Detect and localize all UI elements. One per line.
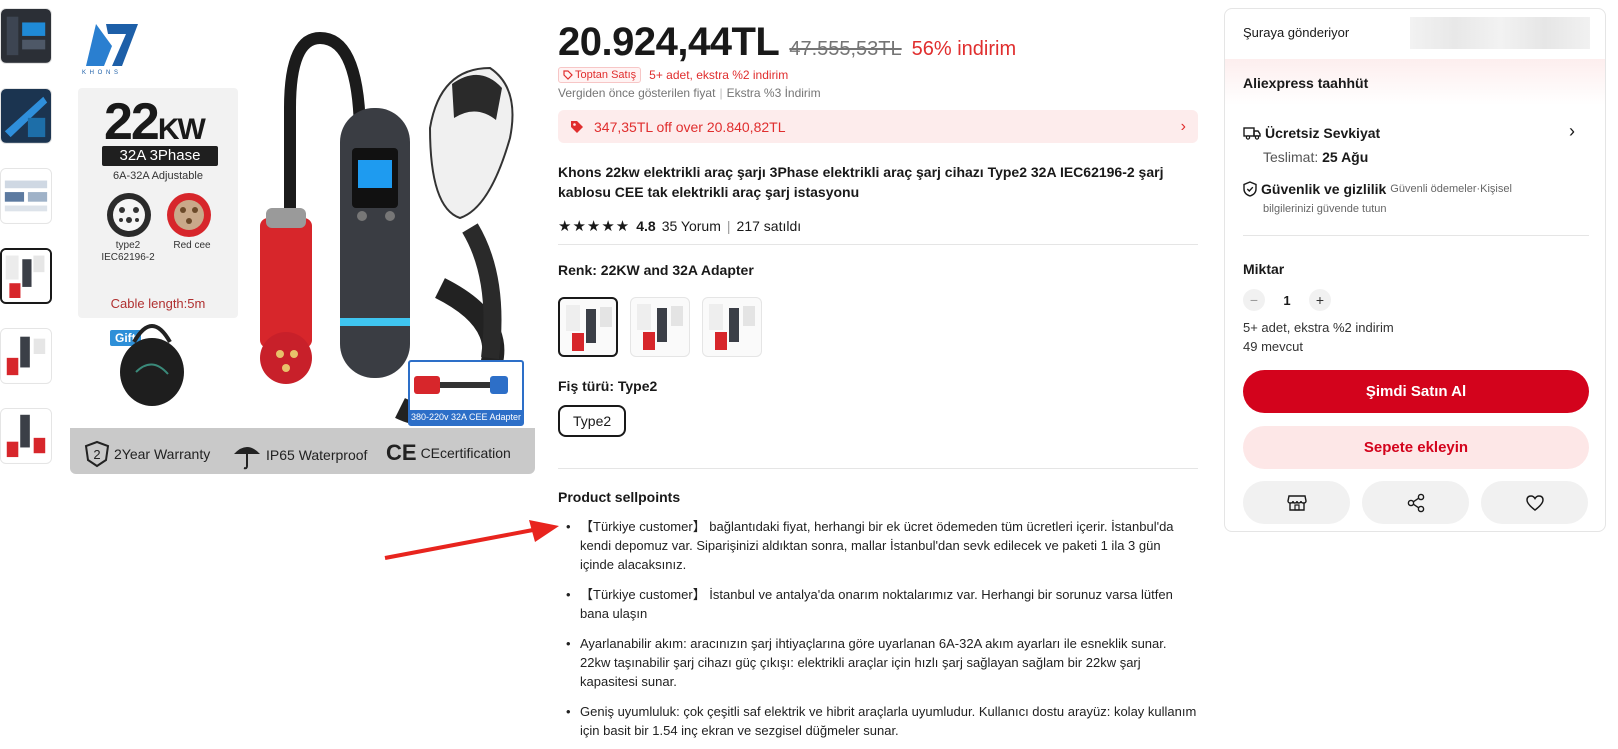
cable-length: Cable length:5m	[110, 296, 206, 311]
tag-icon	[563, 70, 573, 80]
heart-icon	[1525, 494, 1544, 511]
color-option-selected[interactable]	[558, 297, 618, 357]
sellpoint-item: Ayarlanabilir akım: aracınızın şarj ihti…	[558, 634, 1198, 691]
qty-discount-note: 5+ adet, ekstra %2 indirim	[1243, 320, 1394, 335]
chevron-right-icon: ›	[1180, 117, 1186, 135]
quantity-label: Miktar	[1243, 261, 1285, 277]
color-option[interactable]	[630, 297, 690, 357]
adapter-image	[414, 376, 508, 394]
quantity-stepper: − 1 +	[1243, 289, 1331, 311]
rating-row: ★★★★★ 4.8 35 Yorum | 217 satıldı	[558, 218, 802, 235]
adapter-inset: 380-220v 32A CEE Adapter	[408, 360, 524, 426]
thumbnail[interactable]	[0, 8, 52, 64]
sold-count: 217 satıldı	[736, 218, 802, 234]
thumbnail[interactable]	[0, 328, 52, 384]
ce-feature: CE CEcertification	[386, 440, 511, 465]
rating-score: 4.8	[636, 218, 656, 234]
adapter-label: 380-220v 32A CEE Adapter	[410, 410, 522, 424]
gift-bag-icon	[120, 324, 184, 406]
coupon-banner[interactable]: 347,35TL off over 20.840,82TL ›	[558, 110, 1198, 143]
buy-now-button[interactable]: Şimdi Satın Al	[1243, 370, 1589, 413]
type2-plug-icon	[107, 193, 151, 237]
extra-discount[interactable]: Ekstra %3 İndirim	[727, 86, 821, 100]
spec-panel: 22KW 32A 3Phase 6A-32A Adjustable type2 …	[78, 88, 238, 318]
current-price: 20.924,44TL	[558, 20, 780, 64]
thumbnail[interactable]	[0, 88, 52, 144]
coupon-text: 347,35TL off over 20.840,82TL	[594, 118, 786, 135]
color-label: Renk: 22KW and 32A Adapter	[558, 262, 754, 278]
ship-to-label[interactable]: Şuraya gönderiyor	[1243, 25, 1349, 40]
chevron-right-icon[interactable]: ›	[1569, 121, 1575, 142]
price-meta: Vergiden önce gösterilen fiyat | Ekstra %3…	[558, 86, 821, 100]
review-count[interactable]: 35 Yorum	[662, 218, 721, 234]
decrease-button[interactable]: −	[1243, 289, 1265, 311]
store-icon	[1286, 494, 1307, 511]
free-shipping-row[interactable]: Ücretsiz Sevkiyat	[1243, 125, 1380, 141]
shield-icon	[1243, 181, 1257, 197]
plug-type-label: Fiş türü: Type2	[558, 378, 658, 394]
adjustable-label: 6A-32A Adjustable	[113, 170, 203, 182]
logo-text: K H O N S	[82, 70, 120, 76]
thumbnail[interactable]	[0, 408, 52, 464]
coupon-tag-icon	[571, 120, 583, 133]
wholesale-row: Toptan Satış 5+ adet, ekstra %2 indirim	[558, 67, 788, 83]
plug-type-option[interactable]: Type2	[558, 405, 627, 437]
tax-note: Vergiden önce gösterilen fiyat	[558, 86, 716, 100]
color-options	[558, 297, 762, 357]
share-button[interactable]	[1362, 481, 1469, 524]
sellpoint-item: 【Türkiye customer】 bağlantıdaki fiyat, h…	[558, 517, 1198, 574]
quantity-value[interactable]: 1	[1277, 293, 1297, 308]
price-row: 20.924,44TL 47.555,53TL 56% indirim	[558, 20, 1016, 65]
svg-text:2: 2	[93, 447, 100, 462]
power-rating: 22KW	[104, 93, 206, 151]
main-product-image[interactable]: K H O N S 22KW 32A 3Phase 6A-32A Adjusta…	[70, 8, 535, 474]
sellpoint-item: Geniş uyumluluk: çok çeşitli saf elektri…	[558, 702, 1198, 740]
divider	[1243, 235, 1589, 236]
ce-mark-icon: CE	[386, 440, 417, 465]
red-cee-plug-icon	[167, 193, 211, 237]
add-to-cart-button[interactable]: Sepete ekleyin	[1243, 426, 1589, 469]
discount-percent: 56% indirim	[911, 38, 1017, 60]
security-row[interactable]: Güvenlik ve gizlilik Güvenli ödemeler·Ki…	[1243, 181, 1512, 197]
truck-icon	[1243, 127, 1261, 140]
waterproof-feature: IP65 Waterproof	[232, 440, 367, 470]
share-icon	[1407, 493, 1424, 512]
commitment-label: Aliexpress taahhüt	[1243, 75, 1369, 91]
sellpoints-list: 【Türkiye customer】 bağlantıdaki fiyat, h…	[558, 517, 1198, 749]
thumbnail[interactable]	[0, 168, 52, 224]
thumbnail-strip	[0, 8, 54, 488]
red-cee-label: Red cee	[173, 240, 211, 251]
color-option[interactable]	[702, 297, 762, 357]
product-title: Khons 22kw elektrikli araç şarjı 3Phase …	[558, 164, 1164, 200]
sellpoints-title: Product sellpoints	[558, 489, 681, 505]
phase-label: 32A 3Phase	[102, 146, 218, 166]
original-price: 47.555,53TL	[789, 38, 902, 60]
stock-count: 49 mevcut	[1243, 339, 1303, 354]
ship-to-address-blurred[interactable]	[1410, 17, 1590, 49]
type2-label: type2	[115, 240, 141, 251]
security-note: bilgilerinizi güvende tutun	[1263, 203, 1387, 215]
feature-bar: 2 2Year Warranty IP65 Waterproof CE CEce…	[70, 428, 535, 474]
divider	[558, 468, 1198, 469]
umbrella-icon	[234, 447, 260, 470]
warranty-shield-icon: 2	[84, 440, 110, 468]
warranty-feature: 2 2Year Warranty	[84, 440, 210, 468]
star-rating-icon: ★★★★★	[558, 218, 631, 235]
wholesale-extra: 5+ adet, ekstra %2 indirim	[649, 68, 789, 82]
store-button[interactable]	[1243, 481, 1350, 524]
annotation-arrow-icon	[384, 520, 559, 560]
thumbnail-selected[interactable]	[0, 248, 52, 304]
type2-sublabel: IEC62196-2	[101, 252, 155, 263]
divider	[558, 244, 1198, 245]
wishlist-button[interactable]	[1481, 481, 1588, 524]
delivery-row: Teslimat: 25 Ağu	[1263, 149, 1369, 165]
increase-button[interactable]: +	[1309, 289, 1331, 311]
sellpoint-item: 【Türkiye customer】 İstanbul ve antalya'd…	[558, 585, 1198, 623]
purchase-card: Şuraya gönderiyor Aliexpress taahhüt Ücr…	[1224, 8, 1606, 532]
wholesale-badge: Toptan Satış	[558, 67, 642, 83]
